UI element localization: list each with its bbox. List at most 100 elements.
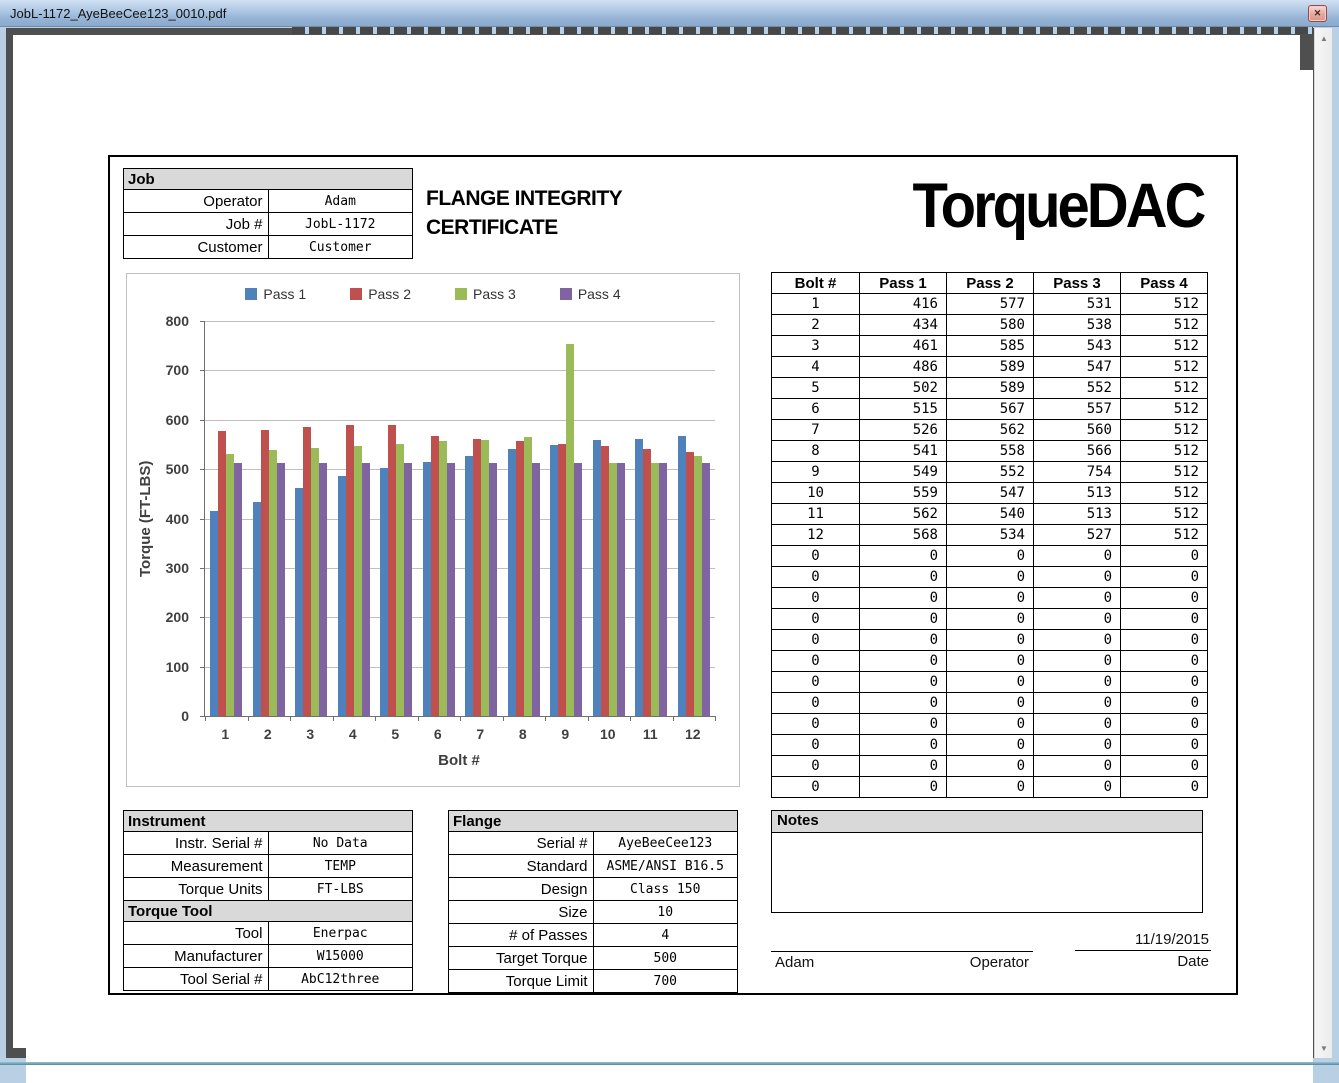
value-cell: 527 xyxy=(1034,525,1121,546)
bar-bolt4-pass1 xyxy=(338,476,346,716)
value-cell: 416 xyxy=(860,294,947,315)
results-row: 00000 xyxy=(772,777,1208,798)
selection-ants-border xyxy=(292,27,1313,34)
certificate-heading: FLANGE INTEGRITY CERTIFICATE xyxy=(426,184,622,242)
section-header-row: Flange xyxy=(449,811,738,832)
value-cell: 568 xyxy=(860,525,947,546)
value-cell: 502 xyxy=(860,378,947,399)
bar-bolt8-pass3 xyxy=(524,437,532,717)
results-row: 2434580538512 xyxy=(772,315,1208,336)
bar-bolt9-pass3 xyxy=(566,344,574,716)
chart-legend: Pass 1Pass 2Pass 3Pass 4 xyxy=(127,286,739,302)
value-cell: 560 xyxy=(1034,420,1121,441)
close-button[interactable]: ✕ xyxy=(1308,5,1327,22)
x-tick-label: 11 xyxy=(643,726,658,742)
value-cell: 0 xyxy=(1034,609,1121,630)
value-cell: 512 xyxy=(1121,357,1208,378)
field-label: Manufacturer xyxy=(124,945,269,968)
scroll-down-icon: ▼ xyxy=(1320,1044,1328,1053)
notes-title: Notes xyxy=(772,811,1202,833)
bolt-cell: 10 xyxy=(772,483,860,504)
kv-row: StandardASME/ANSI B16.5 xyxy=(449,855,738,878)
value-cell: 0 xyxy=(1121,567,1208,588)
value-cell: 562 xyxy=(860,504,947,525)
value-cell: 513 xyxy=(1034,504,1121,525)
scroll-up-button[interactable]: ▲ xyxy=(1316,30,1332,46)
results-row: 00000 xyxy=(772,630,1208,651)
value-cell: 0 xyxy=(947,756,1034,777)
value-cell: 549 xyxy=(860,462,947,483)
field-label: Customer xyxy=(124,236,269,259)
y-tick-mark xyxy=(200,321,205,322)
scroll-down-button[interactable]: ▼ xyxy=(1316,1040,1332,1056)
y-tick-label: 600 xyxy=(166,412,189,428)
section-title: Job xyxy=(124,169,413,190)
section-title: Torque Tool xyxy=(124,901,413,922)
bar-bolt5-pass1 xyxy=(380,468,388,716)
bar-bolt5-pass2 xyxy=(388,425,396,716)
value-cell: 0 xyxy=(1121,756,1208,777)
field-label: # of Passes xyxy=(449,924,594,947)
value-cell: 512 xyxy=(1121,504,1208,525)
x-tick-label: 8 xyxy=(519,726,527,742)
window-titlebar[interactable]: JobL-1172_AyeBeeCee123_0010.pdf ✕ xyxy=(0,0,1339,27)
value-cell: 512 xyxy=(1121,315,1208,336)
value-cell: 0 xyxy=(860,756,947,777)
x-tick-label: 10 xyxy=(600,726,616,742)
bolt-cell: 0 xyxy=(772,756,860,777)
x-tick-mark xyxy=(418,716,419,721)
kv-row: CustomerCustomer xyxy=(124,236,413,259)
y-tick-label: 100 xyxy=(166,659,189,675)
value-cell: 541 xyxy=(860,441,947,462)
x-tick-label: 3 xyxy=(306,726,314,742)
results-row: 9549552754512 xyxy=(772,462,1208,483)
bar-bolt12-pass3 xyxy=(694,456,702,716)
value-cell: 0 xyxy=(1034,546,1121,567)
results-header-cell: Pass 2 xyxy=(947,273,1034,294)
value-cell: 0 xyxy=(947,777,1034,798)
value-cell: 526 xyxy=(860,420,947,441)
value-cell: 534 xyxy=(947,525,1034,546)
value-cell: 0 xyxy=(1121,630,1208,651)
value-cell: 0 xyxy=(1034,735,1121,756)
x-tick-label: 7 xyxy=(476,726,484,742)
value-cell: 512 xyxy=(1121,420,1208,441)
job-table: JobOperatorAdamJob #JobL-1172CustomerCus… xyxy=(123,168,413,259)
value-cell: 589 xyxy=(947,357,1034,378)
y-tick-label: 400 xyxy=(166,511,189,527)
x-tick-label: 5 xyxy=(391,726,399,742)
value-cell: 512 xyxy=(1121,525,1208,546)
notes-body xyxy=(772,833,1202,912)
y-tick-mark xyxy=(200,667,205,668)
value-cell: 0 xyxy=(1121,777,1208,798)
x-tick-mark xyxy=(630,716,631,721)
x-tick-mark xyxy=(715,716,716,721)
bar-bolt4-pass3 xyxy=(354,446,362,716)
field-value: Class 150 xyxy=(593,878,738,901)
value-cell: 0 xyxy=(860,735,947,756)
bar-bolt12-pass1 xyxy=(678,436,686,716)
window-title: JobL-1172_AyeBeeCee123_0010.pdf xyxy=(10,6,226,21)
value-cell: 461 xyxy=(860,336,947,357)
value-cell: 515 xyxy=(860,399,947,420)
section-title: Instrument xyxy=(124,811,413,832)
value-cell: 552 xyxy=(1034,378,1121,399)
value-cell: 0 xyxy=(947,651,1034,672)
vertical-scrollbar[interactable]: ▲ ▼ xyxy=(1314,28,1332,1058)
legend-item-pass-4: Pass 4 xyxy=(560,286,621,302)
bolt-cell: 1 xyxy=(772,294,860,315)
kv-row: OperatorAdam xyxy=(124,190,413,213)
field-value: Adam xyxy=(268,190,413,213)
field-value: 4 xyxy=(593,924,738,947)
bar-bolt3-pass3 xyxy=(311,448,319,716)
field-label: Torque Units xyxy=(124,878,269,901)
x-tick-mark xyxy=(673,716,674,721)
results-row: 3461585543512 xyxy=(772,336,1208,357)
field-label: Design xyxy=(449,878,594,901)
y-tick-label: 700 xyxy=(166,362,189,378)
results-row: 11562540513512 xyxy=(772,504,1208,525)
gridline xyxy=(205,420,715,421)
signature-name: Adam xyxy=(775,954,814,971)
field-label: Job # xyxy=(124,213,269,236)
y-tick-label: 200 xyxy=(166,609,189,625)
